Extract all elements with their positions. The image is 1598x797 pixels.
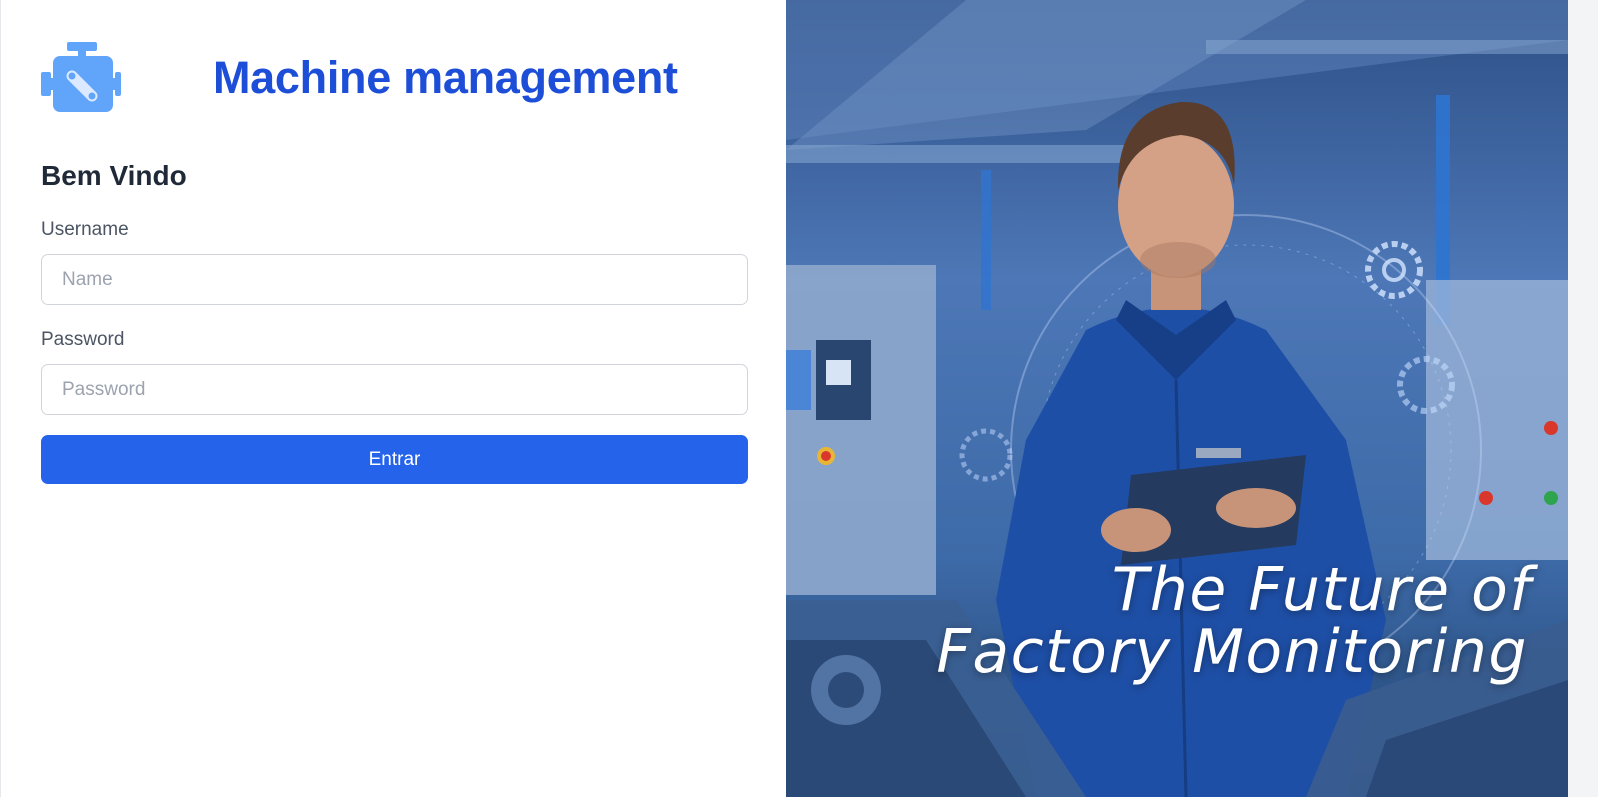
username-label: Username [41, 219, 129, 240]
engine-icon [41, 42, 121, 114]
username-input[interactable] [41, 254, 748, 305]
login-panel: Machine management Bem Vindo Username Pa… [0, 0, 786, 797]
hero-headline-line1: The Future of [1111, 555, 1532, 625]
password-label: Password [41, 329, 125, 350]
hero-headline-line2: Factory Monitoring [936, 617, 1528, 687]
submit-button[interactable]: Entrar [41, 435, 748, 484]
welcome-heading: Bem Vindo [41, 160, 187, 191]
hero-image: The Future of Factory Monitoring [786, 0, 1568, 797]
scrollbar-track [1568, 0, 1598, 797]
password-input[interactable] [41, 364, 748, 415]
app-title: Machine management [213, 52, 678, 103]
